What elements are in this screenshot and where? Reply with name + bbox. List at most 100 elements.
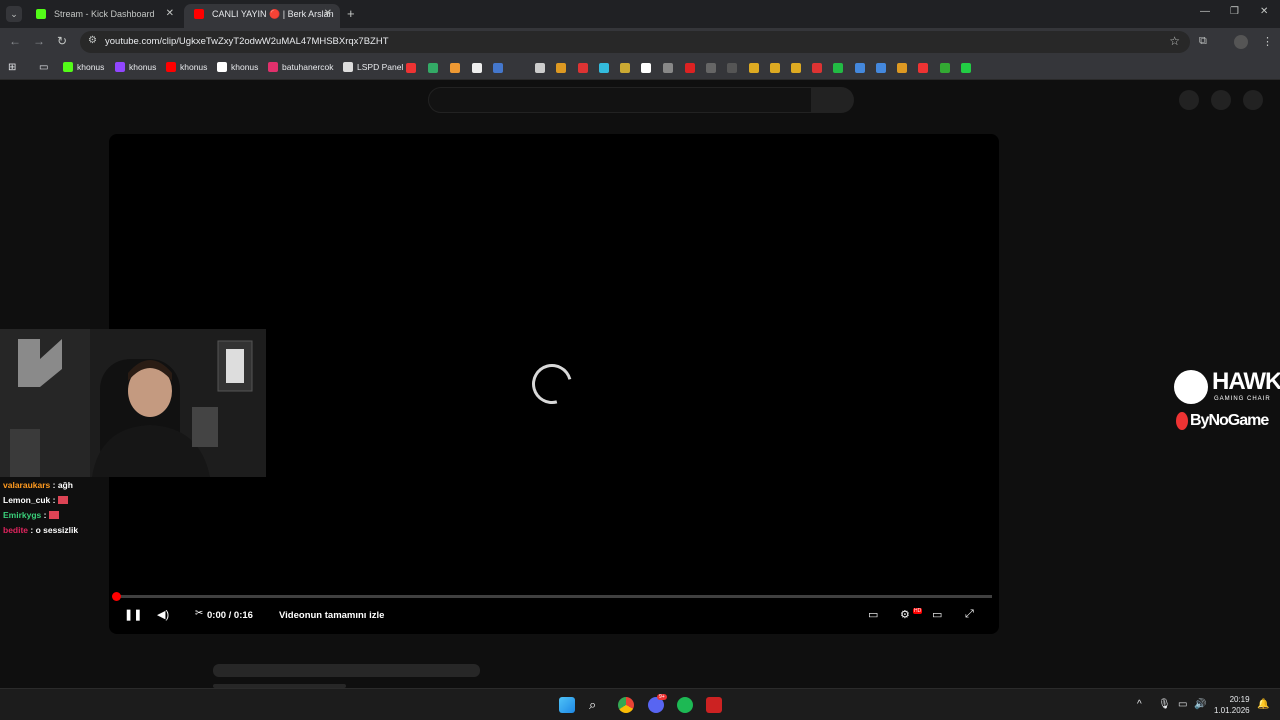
volume-icon[interactable]: ◀) — [157, 608, 169, 621]
hawk-brand: HAWK — [1212, 368, 1280, 395]
bookmark-icon[interactable] — [493, 63, 503, 73]
bynogame-brand: ByNoGame — [1190, 412, 1269, 429]
tab-kick-dashboard[interactable]: Stream - Kick Dashboard ✕ — [26, 4, 182, 28]
streamer-webcam-image — [0, 329, 266, 477]
bookmark-icon[interactable] — [897, 63, 907, 73]
bookmark-icon[interactable] — [812, 63, 822, 73]
theater-icon[interactable]: ▭ — [932, 608, 942, 621]
minimize-button[interactable]: — — [1200, 6, 1210, 17]
profile-avatar[interactable] — [1234, 35, 1248, 49]
chat-message: Lemon_cuk : — [3, 493, 78, 508]
kick-icon — [63, 62, 73, 72]
bookmark-icon[interactable] — [556, 63, 566, 73]
close-icon[interactable]: ✕ — [166, 4, 174, 24]
pause-icon[interactable]: ❚❚ — [124, 608, 142, 621]
chevron-up-icon[interactable]: ^ — [1137, 699, 1142, 710]
bookmark-icon[interactable] — [641, 63, 651, 73]
tab-search-button[interactable]: ⌄ — [6, 6, 22, 22]
settings-icon[interactable]: ⚙ — [900, 608, 910, 621]
fullscreen-icon[interactable]: ⤢ — [965, 608, 974, 621]
site-info-icon[interactable]: ⚙ — [88, 35, 97, 46]
bookmark-icon[interactable] — [472, 63, 482, 73]
restore-button[interactable]: ❐ — [1230, 6, 1239, 17]
youtube-icon — [166, 62, 176, 72]
bookmark-icon[interactable] — [961, 63, 971, 73]
header-button-placeholder[interactable] — [1211, 90, 1231, 110]
chrome-icon[interactable] — [618, 697, 634, 713]
bookmark-icon[interactable] — [876, 63, 886, 73]
forward-button[interactable]: → — [33, 34, 45, 48]
bookmark-icon[interactable] — [535, 63, 545, 73]
url-text: youtube.com/clip/UgkxeTwZxyT2odwW2uMAL47… — [105, 36, 389, 47]
bookmark-icon[interactable] — [620, 63, 630, 73]
tab-live-stream[interactable]: CANLI YAYIN 🔴 | Berk Arslan ✕ — [184, 4, 340, 28]
start-icon[interactable] — [559, 697, 575, 713]
bookmark-youtube[interactable]: khonus — [166, 62, 207, 72]
bookmark-icon[interactable] — [706, 63, 716, 73]
progress-bar[interactable] — [112, 592, 992, 601]
scrubber-handle[interactable] — [112, 592, 121, 601]
time-display: 0:00 / 0:16 — [207, 610, 253, 621]
chat-message: valaraukars : ağh — [3, 480, 73, 490]
system-clock[interactable]: 20:19 1.01.2026 — [1214, 694, 1250, 716]
star-icon[interactable]: ☆ — [1169, 34, 1180, 48]
search-icon[interactable]: ⌕ — [589, 697, 605, 713]
clock-time: 20:19 — [1229, 695, 1250, 704]
twitch-icon — [115, 62, 125, 72]
emote-icon — [48, 511, 59, 519]
lspd-icon — [343, 62, 353, 72]
extensions-icon[interactable]: ⧉ — [1199, 35, 1207, 48]
watch-full-video-link[interactable]: Videonun tamamını izle — [279, 610, 384, 621]
notification-icon[interactable]: 🔔 — [1257, 699, 1269, 710]
bookmark-icon[interactable] — [918, 63, 928, 73]
header-button-placeholder[interactable] — [1179, 90, 1199, 110]
bookmark-icon[interactable] — [833, 63, 843, 73]
volume-tray-icon[interactable]: 🔊 — [1194, 699, 1206, 710]
header-button-placeholder[interactable] — [1243, 90, 1263, 110]
apps-icon[interactable]: ⊞ — [8, 62, 16, 73]
bookmark-icon[interactable] — [940, 63, 950, 73]
spotify-icon[interactable] — [677, 697, 693, 713]
hawk-logo-icon — [1174, 370, 1208, 404]
kick-icon — [36, 9, 46, 19]
bookmark-icon[interactable] — [770, 63, 780, 73]
search-button[interactable] — [812, 87, 854, 113]
back-button[interactable]: ← — [9, 34, 21, 48]
subtitles-icon[interactable]: ▭ — [868, 608, 878, 621]
bookmark-x[interactable]: khonus — [217, 62, 258, 72]
bookmark-icon[interactable] — [749, 63, 759, 73]
title-placeholder — [213, 664, 480, 677]
folder-icon[interactable]: ▭ — [39, 62, 48, 73]
chat-message: bedite : o sessizlik — [3, 525, 79, 535]
address-bar[interactable]: ⚙ youtube.com/clip/UgkxeTwZxyT2odwW2uMAL… — [80, 31, 1190, 53]
bookmark-icon[interactable] — [791, 63, 801, 73]
tab-label: Stream - Kick Dashboard — [54, 9, 155, 19]
new-tab-button[interactable]: + — [347, 6, 355, 21]
reload-button[interactable]: ↻ — [57, 34, 67, 48]
bookmark-icon[interactable] — [855, 63, 865, 73]
close-icon[interactable]: ✕ — [324, 4, 332, 24]
bookmark-icon[interactable] — [727, 63, 737, 73]
search-input[interactable] — [428, 87, 812, 113]
microphone-icon[interactable]: 🎙 — [1158, 699, 1171, 710]
network-icon[interactable]: ▭ — [1178, 699, 1187, 710]
sponsor-logos: HAWK GAMING CHAIR ByNoGame — [1172, 368, 1280, 438]
bookmark-icon[interactable] — [450, 63, 460, 73]
windows-taskbar: ⌕ 9+ ^ 🎙 ▭ 🔊 20:19 1.01.2026 🔔 — [0, 688, 1280, 720]
scissors-icon: ✂ — [195, 608, 204, 619]
bynogame-logo-icon — [1176, 412, 1188, 430]
bookmark-instagram[interactable]: batuhanercok — [268, 62, 334, 72]
bookmark-icon[interactable] — [599, 63, 609, 73]
bookmark-kick[interactable]: khonus — [63, 62, 104, 72]
bookmark-icon[interactable] — [685, 63, 695, 73]
bookmark-icon[interactable] — [663, 63, 673, 73]
menu-icon[interactable]: ⋮ — [1262, 35, 1273, 48]
app-icon[interactable] — [706, 697, 722, 713]
bookmark-twitch[interactable]: khonus — [115, 62, 156, 72]
tab-label: CANLI YAYIN 🔴 | Berk Arslan — [212, 9, 334, 19]
bookmark-icon[interactable] — [406, 63, 416, 73]
bookmark-icon[interactable] — [428, 63, 438, 73]
close-window-button[interactable]: ✕ — [1260, 6, 1268, 17]
bookmark-icon[interactable] — [578, 63, 588, 73]
bookmark-lspd[interactable]: LSPD Panel — [343, 62, 403, 72]
